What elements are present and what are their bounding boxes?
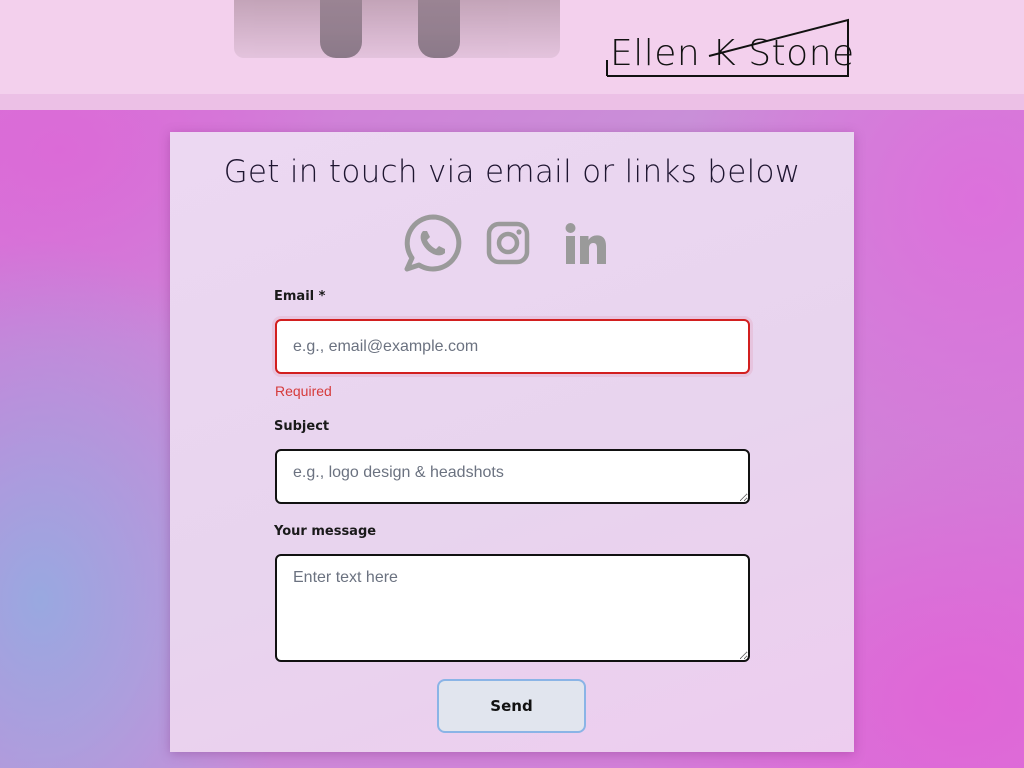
whatsapp-icon (404, 214, 462, 272)
whatsapp-link[interactable] (404, 214, 464, 274)
subject-field[interactable] (275, 449, 750, 504)
linkedin-icon (565, 223, 606, 264)
page-title: Get in touch via email or links below (223, 154, 801, 190)
email-field[interactable] (275, 319, 750, 374)
contact-card: Get in touch via email or links below Em… (170, 132, 854, 752)
message-field[interactable] (275, 554, 750, 662)
email-label: Email * (274, 289, 326, 304)
send-button[interactable]: Send (437, 679, 586, 733)
social-links (404, 214, 620, 276)
message-label: Your message (274, 524, 377, 539)
header-photo (234, 0, 560, 58)
site-logo[interactable]: Ellen K Stone (605, 18, 854, 78)
email-error-message: Required (275, 383, 332, 399)
header-photo-figure (320, 0, 362, 58)
instagram-icon (486, 221, 530, 265)
linkedin-link[interactable] (564, 214, 624, 274)
subject-label: Subject (274, 419, 330, 434)
logo-text: Ellen K Stone (610, 33, 855, 74)
header-photo-figure (418, 0, 460, 58)
site-header: Ellen K Stone (0, 0, 1024, 110)
instagram-link[interactable] (486, 214, 546, 274)
